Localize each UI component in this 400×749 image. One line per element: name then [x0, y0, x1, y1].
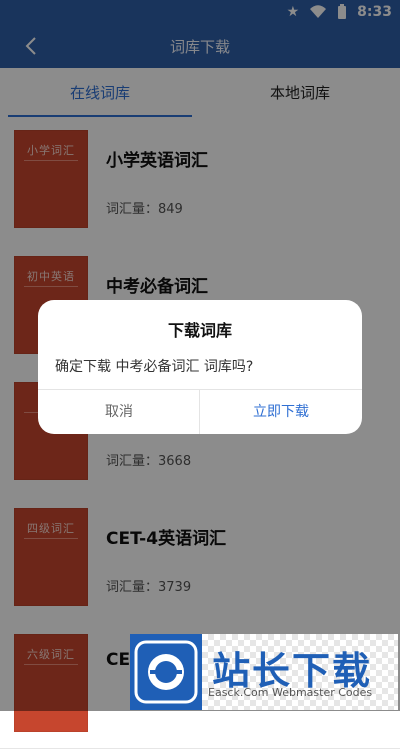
- download-now-button[interactable]: 立即下载: [200, 390, 362, 434]
- dialog-message: 确定下载 中考必备词汇 词库吗?: [55, 359, 254, 375]
- download-dialog: 下载词库 确定下载 中考必备词汇 词库吗? 取消 立即下载: [38, 300, 362, 434]
- dialog-title: 下载词库: [167, 321, 232, 340]
- watermark: 站长下载 Easck.Com Webmaster Codes: [130, 634, 398, 710]
- watermark-logo: [130, 634, 202, 710]
- watermark-subtext: Easck.Com Webmaster Codes: [208, 686, 373, 699]
- cancel-button[interactable]: 取消: [38, 390, 200, 434]
- watermark-logo-icon: [134, 640, 198, 704]
